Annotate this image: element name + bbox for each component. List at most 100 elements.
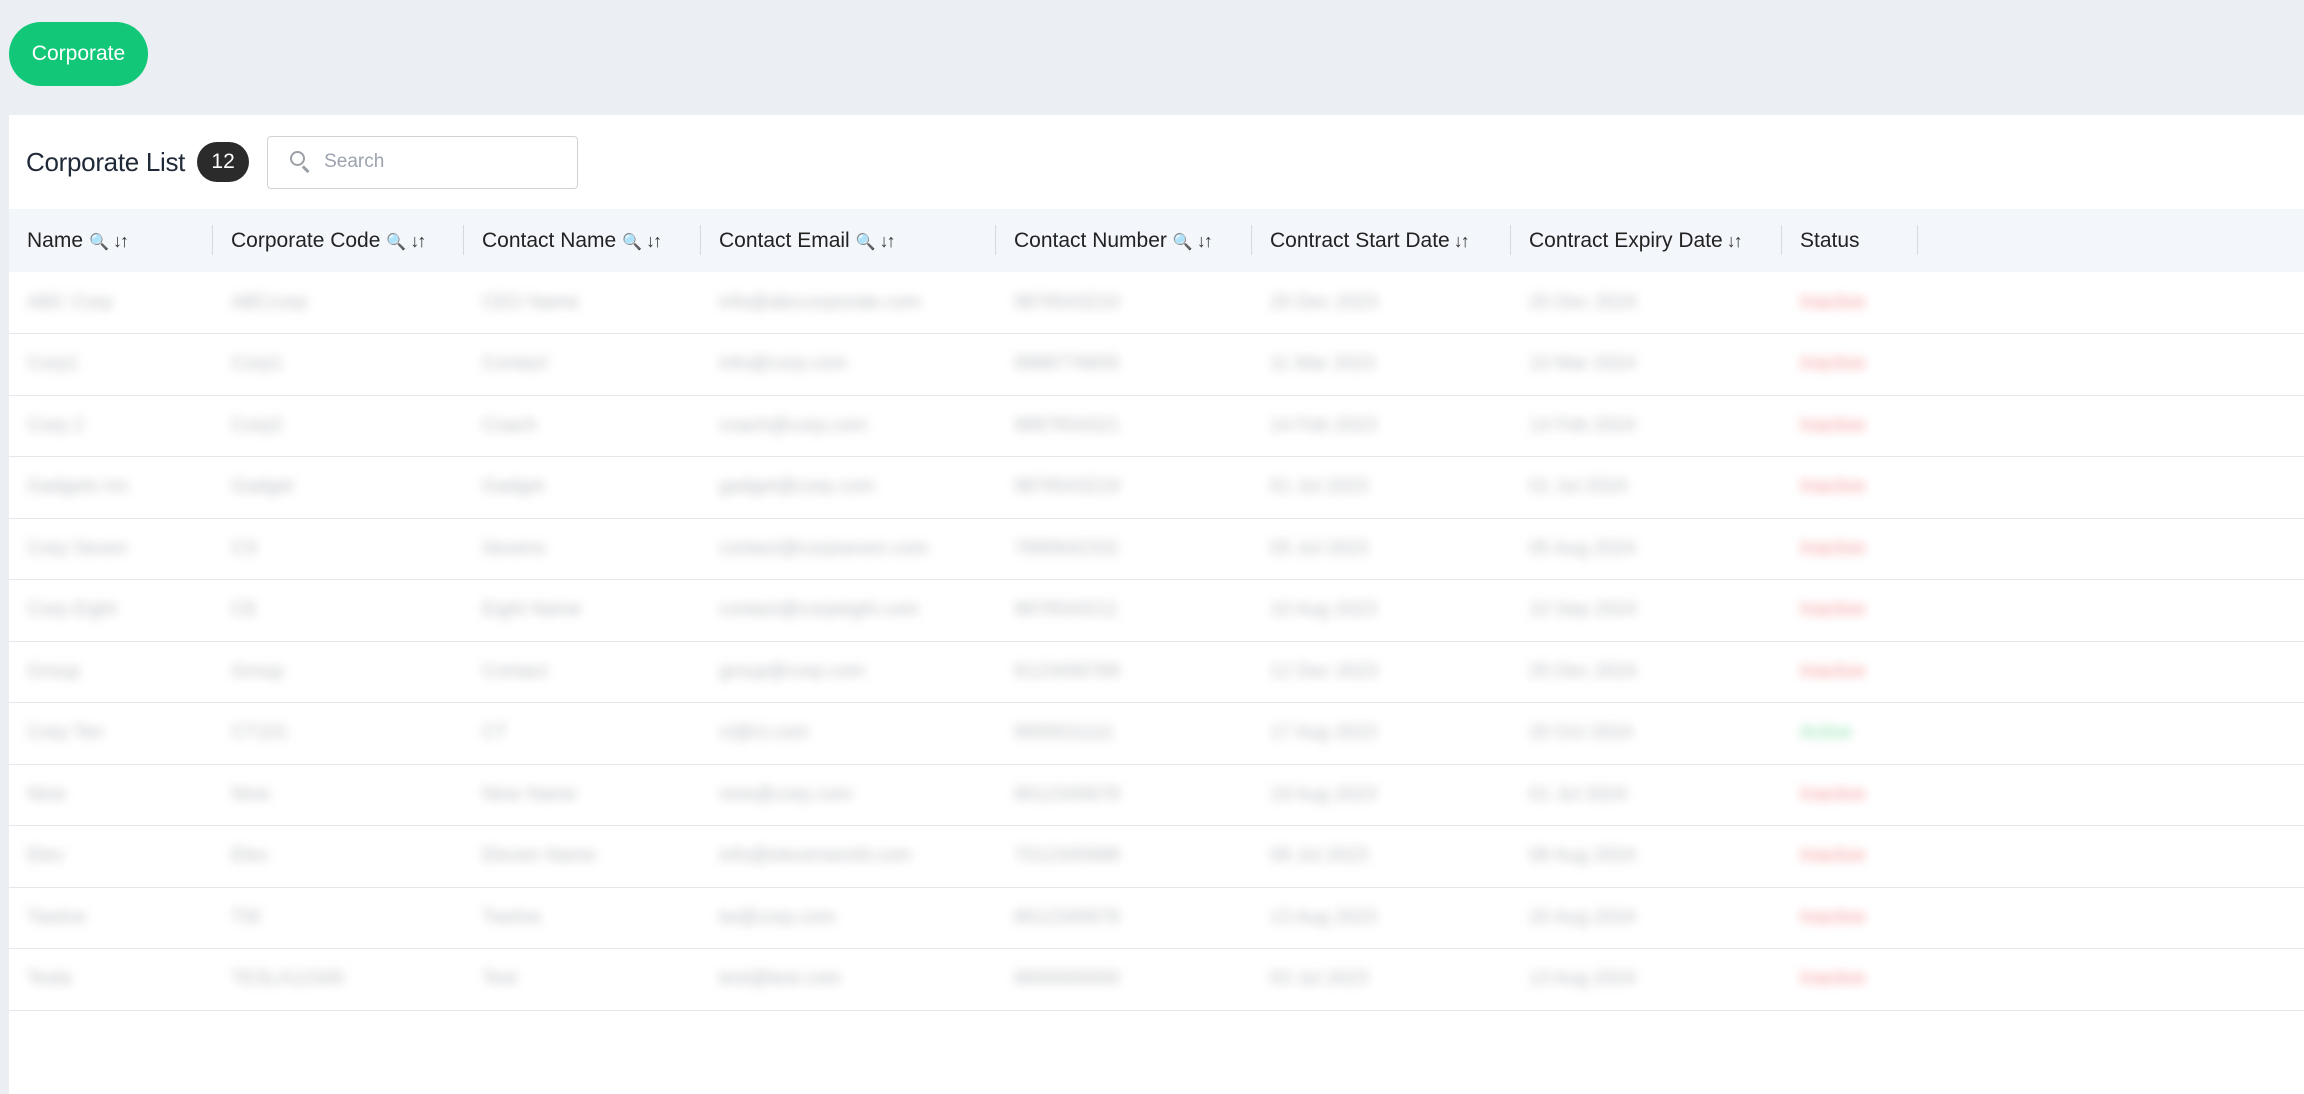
table-row[interactable]: Corp 2 Corp2 Coach coach@corp.com 9887654321… <box>9 395 2304 457</box>
column-search-icon[interactable]: 🔍 <box>89 234 109 251</box>
column-header-name[interactable]: Name 🔍 ↓↑ <box>9 209 213 272</box>
column-header-contact-email[interactable]: Contact Email 🔍 ↓↑ <box>701 209 996 272</box>
row-filler <box>1918 457 2304 519</box>
column-label: Contact Number <box>1014 228 1167 252</box>
sort-arrows-icon[interactable]: ↓↑ <box>1727 231 1743 251</box>
cell-contract-expiry-date: 01 Jul 2024 <box>1511 764 1782 826</box>
sort-arrows-icon[interactable]: ↓↑ <box>410 231 426 251</box>
cell-contact-name: Contact <box>464 334 701 396</box>
cell-value: ABC Corp <box>27 291 113 313</box>
table-row[interactable]: Gadgets Inc Gadget Gadget gadget@corp.com 98… <box>9 457 2304 519</box>
cell-value: 17 Aug 2023 <box>1270 722 1377 744</box>
row-filler <box>1918 826 2304 888</box>
table-row[interactable]: Tesla TESLA12345 Test test@test.com 90000000… <box>9 949 2304 1011</box>
column-header-corporate-code[interactable]: Corporate Code 🔍 ↓↑ <box>213 209 464 272</box>
table-row[interactable]: Corp1 Corp1 Contact info@corp.com 9988776655… <box>9 334 2304 396</box>
status-badge: Inactive <box>1800 414 1866 436</box>
cell-contact-email: info@abccorporate.com <box>701 272 996 334</box>
table-row[interactable]: Corp Ten CT101 CT ct@ct.com 9000011111 17 Aug… <box>9 703 2304 765</box>
search-box[interactable] <box>267 135 579 189</box>
table-row[interactable]: Group Group Contact group@corp.com 912345678… <box>9 641 2304 703</box>
cell-value: Eight Name <box>482 599 582 621</box>
status-badge: Inactive <box>1800 783 1866 805</box>
cell-contact-email: coach@corp.com <box>701 395 996 457</box>
cell-status: Active <box>1782 703 1918 765</box>
cell-contact-email: gadget@corp.com <box>701 457 996 519</box>
cell-value: CS <box>231 537 258 559</box>
cell-value: 9876543210 <box>1014 291 1120 313</box>
column-header-contract-expiry-date[interactable]: Contract Expiry Date ↓↑ <box>1511 209 1782 272</box>
cell-contract-expiry-date: 10 Mar 2024 <box>1511 334 1782 396</box>
cell-value: coach@corp.com <box>719 414 868 436</box>
sort-arrows-icon[interactable]: ↓↑ <box>1197 231 1213 251</box>
status-badge: Inactive <box>1800 291 1866 313</box>
cell-contact-email: info@elevenworld.com <box>701 826 996 888</box>
table-row[interactable]: Nine Nine Nine Name nine@corp.com 9012345678… <box>9 764 2304 826</box>
corporate-list-panel: Corporate List 12 Name🔍↓↑Corporate Code🔍… <box>9 115 2304 1094</box>
cell-contract-expiry-date: 20 Oct 2024 <box>1511 703 1782 765</box>
cell-value: 19 Aug 2023 <box>1270 783 1377 805</box>
cell-value: CT <box>482 722 508 744</box>
cell-value: Elev <box>231 845 268 867</box>
cell-contact-number: 9876543219 <box>996 457 1252 519</box>
cell-value: contact@corpseven.com <box>719 537 929 559</box>
cell-corporate-code: CS <box>213 518 464 580</box>
cell-corporate-code: Gadget <box>213 457 464 519</box>
column-search-icon[interactable]: 🔍 <box>622 234 642 251</box>
sort-arrows-icon[interactable]: ↓↑ <box>880 231 896 251</box>
cell-name: Tesla <box>9 949 213 1011</box>
column-search-icon[interactable]: 🔍 <box>1173 234 1193 251</box>
cell-value: 9876543211 <box>1014 599 1119 621</box>
header-filler <box>1918 209 2304 272</box>
search-input[interactable] <box>324 151 565 173</box>
cell-value: contact@corpeight.com <box>719 599 919 621</box>
table-header-row: Name 🔍 ↓↑ Corporate Code 🔍 ↓↑ Contact Name 🔍 ↓↑ C… <box>9 209 2304 272</box>
cell-contact-number: 9876543210 <box>996 272 1252 334</box>
cell-value: gadget@corp.com <box>719 476 875 498</box>
cell-name: Nine <box>9 764 213 826</box>
cell-value: CT101 <box>231 722 289 744</box>
cell-status: Inactive <box>1782 334 1918 396</box>
cell-contact-name: Eleven Name <box>464 826 701 888</box>
column-label: Status <box>1800 228 1860 252</box>
column-search-icon[interactable]: 🔍 <box>856 234 876 251</box>
cell-contact-name: CEO Name <box>464 272 701 334</box>
status-badge: Inactive <box>1800 353 1866 375</box>
column-header-contact-name[interactable]: Contact Name 🔍 ↓↑ <box>464 209 701 272</box>
row-filler <box>1918 641 2304 703</box>
cell-value: Test <box>482 968 517 990</box>
cell-contact-name: Contact <box>464 641 701 703</box>
cell-value: Corp1 <box>231 353 283 375</box>
cell-value: 03 Jul 2023 <box>1270 968 1369 990</box>
status-badge: Inactive <box>1800 537 1866 559</box>
table-row[interactable]: Corp Seven CS Sevens contact@corpseven.com 7… <box>9 518 2304 580</box>
sort-arrows-icon[interactable]: ↓↑ <box>113 231 129 251</box>
sort-arrows-icon[interactable]: ↓↑ <box>646 231 662 251</box>
cell-value: 9876543219 <box>1014 476 1120 498</box>
cell-contract-start-date: 11 Mar 2023 <box>1252 334 1511 396</box>
cell-value: Contact <box>482 353 548 375</box>
column-search-icon[interactable]: 🔍 <box>386 234 406 251</box>
column-header-status[interactable]: Status <box>1782 209 1918 272</box>
cell-value: Elev <box>27 845 64 867</box>
cell-status: Inactive <box>1782 826 1918 888</box>
cell-name: Elev <box>9 826 213 888</box>
cell-value: TESLA12345 <box>231 968 345 990</box>
cell-name: Corp Ten <box>9 703 213 765</box>
cell-value: CEO Name <box>482 291 580 313</box>
row-filler <box>1918 395 2304 457</box>
cell-status: Inactive <box>1782 272 1918 334</box>
sort-arrows-icon[interactable]: ↓↑ <box>1454 231 1470 251</box>
cell-value: 20 Oct 2024 <box>1529 722 1633 744</box>
corporate-button[interactable]: Corporate <box>9 22 148 86</box>
cell-name: Corp 2 <box>9 395 213 457</box>
table-row[interactable]: Twelve TW Twelve tw@corp.com 8012345678 13 Au… <box>9 887 2304 949</box>
cell-contact-number: 9876543211 <box>996 580 1252 642</box>
table-row[interactable]: Corp Eight CE Eight Name contact@corpeight.… <box>9 580 2304 642</box>
table-row[interactable]: ABC Corp ABCcorp CEO Name info@abccorporate… <box>9 272 2304 334</box>
cell-contact-name: Nine Name <box>464 764 701 826</box>
column-header-contact-number[interactable]: Contact Number 🔍 ↓↑ <box>996 209 1252 272</box>
table-row[interactable]: Elev Elev Eleven Name info@elevenworld.com 7… <box>9 826 2304 888</box>
column-label: Contract Expiry Date <box>1529 228 1723 252</box>
column-header-contract-start-date[interactable]: Contract Start Date ↓↑ <box>1252 209 1511 272</box>
